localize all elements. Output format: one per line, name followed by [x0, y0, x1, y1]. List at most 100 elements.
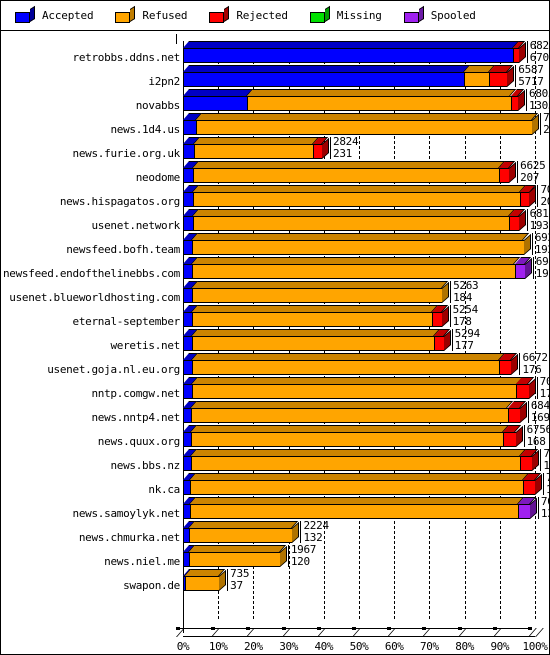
stacked-bar[interactable]	[183, 89, 525, 111]
bar-row[interactable]: news.hispagatos.org7038200	[1, 183, 549, 209]
bar-row[interactable]: swapon.de 735 37	[1, 567, 549, 593]
bar-row[interactable]: i2pn2 6587 5717	[1, 63, 549, 89]
bar-segment-spooled	[514, 264, 525, 279]
stacked-bar[interactable]	[183, 545, 287, 567]
bar-container: 68051303	[183, 87, 549, 113]
bar-right-face	[292, 521, 300, 543]
bar-row[interactable]: news.1d4.us7091260	[1, 111, 549, 137]
bar-container: 6942192	[183, 255, 549, 281]
bar-segment-rejected	[507, 408, 520, 423]
bar-segment-refused	[189, 504, 518, 519]
stacked-bar[interactable]	[183, 257, 532, 279]
stacked-bar[interactable]	[183, 401, 527, 423]
stacked-bar[interactable]	[183, 329, 451, 351]
bar-segment-refused	[192, 192, 520, 207]
cube-icon-spooled	[403, 5, 424, 23]
bar-row[interactable]: newsfeed.endofthelinebbs.com6942192	[1, 255, 549, 281]
bar-segment-accepted	[183, 144, 195, 159]
bar-segment-accepted	[183, 240, 193, 255]
stacked-bar[interactable]	[183, 521, 300, 543]
bar-row[interactable]: novabbs68051303	[1, 87, 549, 113]
label-leader-line	[536, 377, 538, 399]
stacked-bar[interactable]	[183, 569, 227, 591]
label-leader-line	[300, 521, 302, 543]
bar-segment-refused	[190, 480, 523, 495]
bar-segment-rejected	[503, 432, 516, 447]
stacked-bar[interactable]	[183, 497, 537, 519]
bar-row[interactable]: news.chmurka.net 2224 132	[1, 519, 549, 545]
bar-row[interactable]: eternal-september 5254 178	[1, 303, 549, 329]
stacked-bar[interactable]	[183, 281, 450, 303]
stacked-bar[interactable]	[183, 65, 515, 87]
bar-segment-accepted	[183, 360, 192, 375]
bar-row[interactable]: usenet.network6817193	[1, 207, 549, 233]
legend-item-rejected[interactable]: Rejected	[209, 5, 288, 23]
stacked-bar[interactable]	[183, 473, 542, 495]
stacked-bar[interactable]	[183, 449, 540, 471]
legend-item-missing[interactable]: Missing	[309, 5, 382, 23]
bar-right-face	[511, 353, 519, 375]
bar-row[interactable]: newsfeed.bofh.team6924192	[1, 231, 549, 257]
bar-row[interactable]: news.samoylyk.net7046137	[1, 495, 549, 521]
bar-row[interactable]: weretis.net 5294 177	[1, 327, 549, 353]
bar-row[interactable]: nntp.comgw.net7021174	[1, 375, 549, 401]
bar-row[interactable]: news.niel.me 1967 120	[1, 543, 549, 569]
legend-label: Rejected	[236, 9, 288, 22]
bar-segment-refused	[192, 240, 524, 255]
cube-icon-refused	[115, 5, 136, 23]
y-axis-label: news.nntp4.net	[91, 411, 180, 424]
bar-segment-refused	[184, 576, 220, 591]
bar-segment-accepted	[183, 216, 193, 231]
bar-row[interactable]: usenet.blueworldhosting.com 5263 184	[1, 279, 549, 305]
label-leader-line	[450, 281, 452, 303]
stacked-bar[interactable]	[183, 209, 526, 231]
bar-segment-top-refused	[189, 521, 299, 528]
x-axis-label: 0%	[176, 640, 190, 653]
bar-segment-refused	[192, 288, 443, 303]
bar-segment-accepted	[183, 312, 192, 327]
label-leader-line	[451, 329, 453, 351]
stacked-bar[interactable]	[183, 377, 536, 399]
legend-item-accepted[interactable]: Accepted	[15, 5, 94, 23]
bar-row[interactable]: news.furie.org.uk 2824 231	[1, 135, 549, 161]
bar-row[interactable]: retrobbs.ddns.net68216703	[1, 39, 549, 65]
x-axis-right-edge	[535, 628, 544, 637]
legend-label: Spooled	[430, 9, 476, 22]
y-axis-label: news.hispagatos.org	[59, 195, 180, 208]
bar-right-face	[532, 449, 540, 471]
bar-segment-top-refused	[191, 449, 527, 456]
bar-row[interactable]: neodome 6625 207	[1, 159, 549, 185]
bar-segment-accepted	[183, 384, 192, 399]
stacked-bar[interactable]	[183, 161, 517, 183]
bar-segment-refused	[193, 168, 500, 183]
bar-segment-top-refused	[191, 401, 514, 408]
stacked-bar[interactable]	[183, 113, 540, 135]
bar-row[interactable]: news.quux.org 6756 168	[1, 423, 549, 449]
x-tick-cap-30	[281, 627, 286, 630]
bar-row[interactable]: news.bbs.nz7097166	[1, 447, 549, 473]
x-tick-cap-40	[316, 627, 321, 630]
label-leader-line	[523, 425, 525, 447]
y-axis-label: i2pn2	[148, 75, 180, 88]
stacked-bar[interactable]	[183, 425, 523, 447]
bar-segment-accepted	[183, 72, 465, 87]
bar-segment-rejected	[499, 168, 510, 183]
bar-row[interactable]: news.nntp4.net6842169	[1, 399, 549, 425]
chart-page: Accepted Refused Rejected Missing Spooled re…	[0, 0, 550, 655]
y-axis-label: weretis.net	[110, 339, 180, 352]
stacked-bar[interactable]	[183, 185, 537, 207]
stacked-bar[interactable]	[183, 233, 531, 255]
stacked-bar[interactable]	[183, 41, 526, 63]
stacked-bar[interactable]	[183, 305, 449, 327]
bar-segment-top-refused	[192, 185, 526, 192]
stacked-bar[interactable]	[183, 137, 330, 159]
legend-item-spooled[interactable]: Spooled	[403, 5, 476, 23]
legend-item-refused[interactable]: Refused	[115, 5, 188, 23]
bar-row[interactable]: usenet.goja.nl.eu.org 6672 176	[1, 351, 549, 377]
bar-segment-refused	[191, 384, 517, 399]
bar-row[interactable]: nk.ca7150146	[1, 471, 549, 497]
bar-segment-rejected	[499, 360, 512, 375]
label-leader-line	[519, 353, 521, 375]
y-axis-label: news.1d4.us	[110, 123, 180, 136]
stacked-bar[interactable]	[183, 353, 519, 375]
